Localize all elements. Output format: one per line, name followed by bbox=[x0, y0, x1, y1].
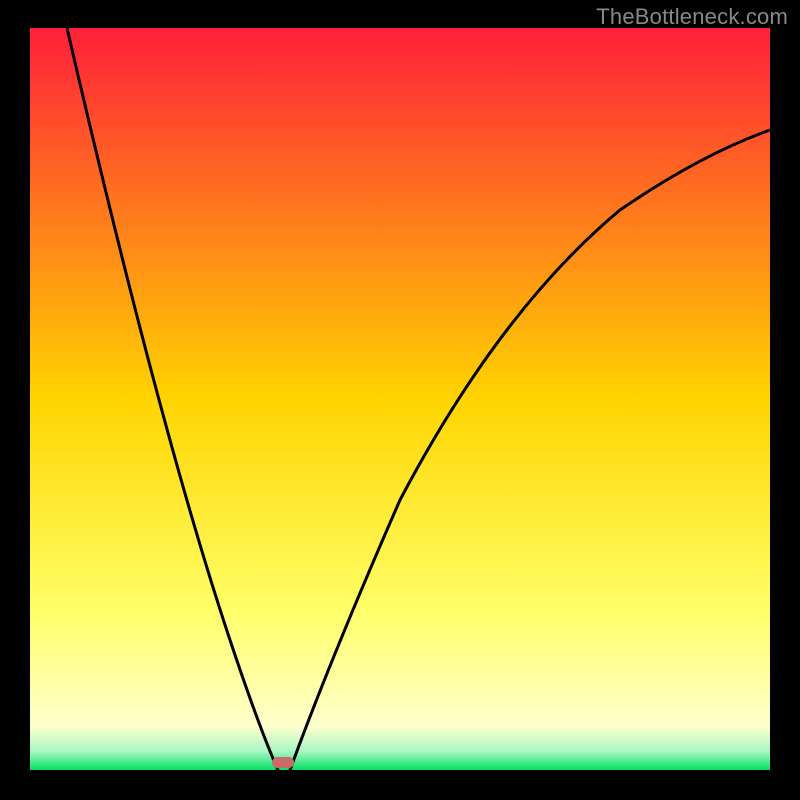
chart-frame: TheBottleneck.com bbox=[0, 0, 800, 800]
bottleneck-chart bbox=[0, 0, 800, 800]
watermark-text: TheBottleneck.com bbox=[596, 4, 788, 30]
optimal-marker bbox=[272, 757, 294, 768]
plot-background bbox=[30, 28, 770, 770]
